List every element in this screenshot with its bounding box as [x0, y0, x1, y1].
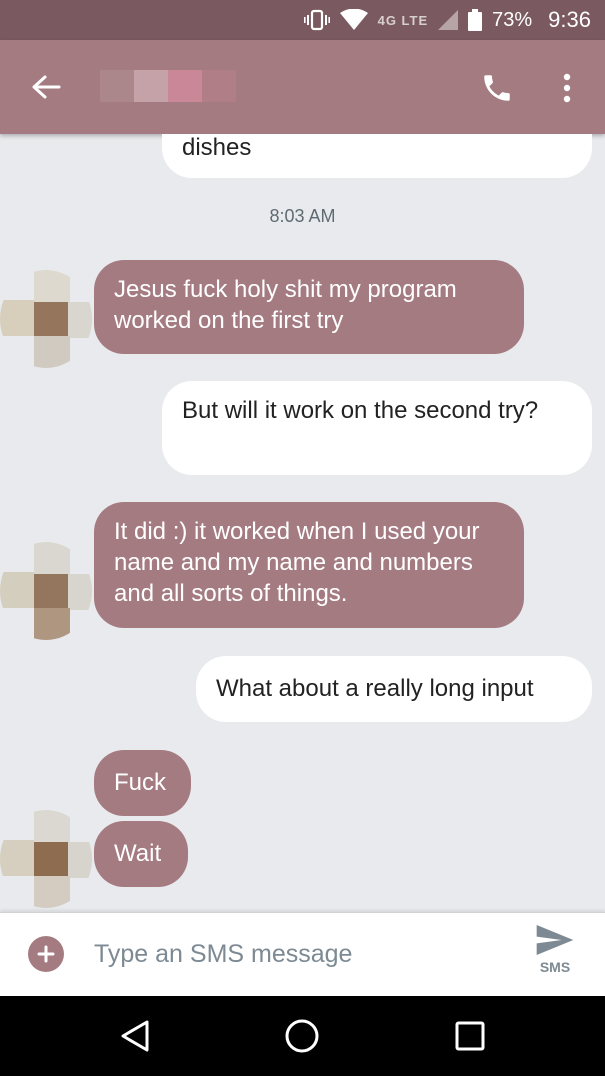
more-vert-icon — [563, 73, 571, 103]
nav-recents-button[interactable] — [445, 1014, 495, 1058]
message-composer: SMS — [0, 912, 605, 996]
app-bar — [0, 40, 605, 134]
message-bubble-received[interactable]: Jesus fuck holy shit my program worked o… — [94, 260, 524, 354]
message-bubble-sent[interactable]: dishes — [162, 134, 592, 178]
clock: 9:36 — [548, 7, 591, 32]
send-button[interactable]: SMS — [522, 923, 588, 989]
arrow-left-icon — [32, 75, 61, 99]
plus-icon — [37, 945, 55, 963]
network-type: 4G LTE — [377, 12, 429, 28]
contact-avatar[interactable] — [0, 810, 92, 908]
system-navigation-bar — [0, 996, 605, 1076]
conversation-thread[interactable]: dishes 8:03 AM Jesus fuck holy shit my p… — [0, 134, 605, 912]
contact-avatar[interactable] — [0, 542, 92, 640]
sms-input[interactable] — [94, 931, 494, 977]
battery-percent: 73% — [492, 8, 533, 31]
circle-home-icon — [285, 1019, 319, 1053]
send-button-label: SMS — [539, 959, 571, 975]
phone-icon — [484, 75, 510, 101]
contact-avatar[interactable] — [0, 270, 92, 368]
send-icon — [536, 925, 574, 955]
message-bubble-received[interactable]: It did :) it worked when I used your nam… — [94, 502, 524, 628]
triangle-back-icon — [121, 1020, 149, 1052]
status-bar: 4G LTE 73% 9:36 — [0, 0, 605, 40]
add-attachment-button[interactable] — [28, 936, 64, 972]
message-bubble-sent[interactable]: What about a really long input — [196, 656, 592, 722]
signal-icon — [438, 10, 459, 30]
battery-icon — [468, 9, 483, 31]
nav-back-button[interactable] — [110, 1014, 160, 1058]
contact-name-redacted[interactable] — [100, 62, 290, 102]
message-bubble-received[interactable]: Fuck — [94, 750, 191, 816]
more-options-button[interactable] — [548, 66, 586, 110]
vibrate-icon — [303, 9, 330, 31]
message-timestamp: 8:03 AM — [269, 206, 336, 226]
square-recents-icon — [455, 1021, 485, 1051]
back-button[interactable] — [22, 66, 70, 108]
nav-home-button[interactable] — [277, 1014, 327, 1058]
message-bubble-received[interactable]: Wait — [94, 821, 188, 887]
call-button[interactable] — [475, 66, 519, 110]
wifi-icon — [339, 9, 368, 31]
message-bubble-sent[interactable]: But will it work on the second try? — [162, 381, 592, 475]
